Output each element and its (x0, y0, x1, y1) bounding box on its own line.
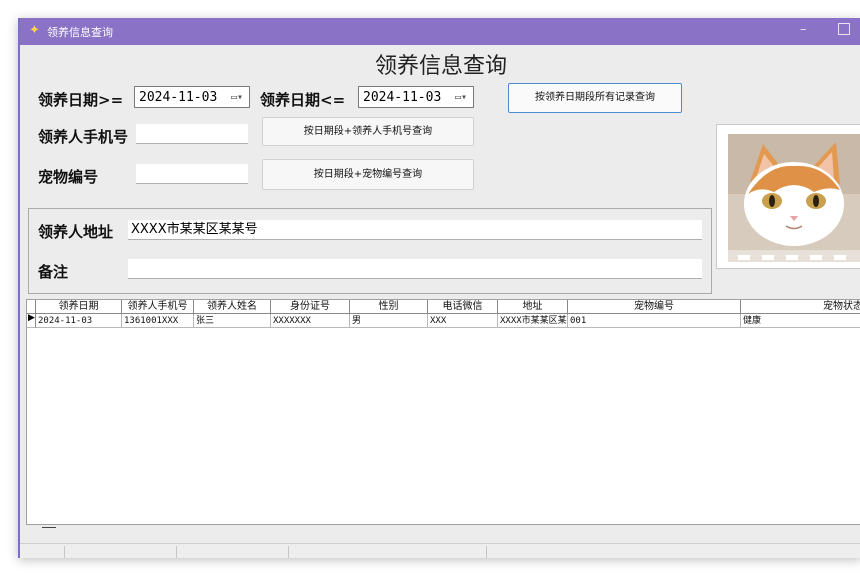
column-header[interactable]: 领养人姓名 (194, 300, 271, 314)
page-title: 领养信息查询 (374, 54, 507, 79)
app-logo-icon: ✦ (29, 23, 40, 38)
pet-photo (728, 134, 860, 262)
phone-label: 领养人手机号 (38, 128, 129, 146)
date-from-label: 领养日期>= (38, 91, 124, 109)
column-header[interactable]: 宠物编号 (568, 300, 741, 314)
table-cell[interactable]: XXX (428, 314, 498, 328)
query-by-pet-button[interactable]: 按日期段+宠物编号查询 (262, 159, 474, 190)
date-to-picker[interactable]: 2024-11-03 ▭▾ (358, 86, 474, 108)
column-header[interactable]: 身份证号 (271, 300, 350, 314)
query-all-button[interactable]: 按领养日期段所有记录查询 (508, 83, 682, 113)
address-label: 领养人地址 (38, 223, 114, 241)
separator-dash (42, 527, 56, 528)
table-cell[interactable]: 健康 (741, 314, 860, 328)
pet-photo-frame (716, 124, 860, 269)
column-header[interactable]: 地址 (498, 300, 568, 314)
date-from-picker[interactable]: 2024-11-03 ▭▾ (134, 86, 250, 108)
maximize-icon[interactable] (838, 23, 850, 35)
row-selector[interactable]: ▶ (27, 313, 36, 328)
pet-id-input[interactable] (136, 164, 248, 184)
table-cell[interactable]: 1361001XXX (122, 314, 194, 328)
row-pointer-icon: ▶ (28, 313, 35, 323)
status-divider (288, 546, 289, 558)
status-divider (486, 546, 487, 558)
table-cell[interactable]: XXXX市某某区某 (498, 314, 568, 328)
minimize-icon[interactable]: – (800, 22, 807, 37)
phone-input[interactable] (136, 124, 248, 144)
column-header[interactable]: 电话微信 (428, 300, 498, 314)
pet-id-label: 宠物编号 (38, 168, 99, 186)
column-header[interactable]: 性别 (350, 300, 428, 314)
status-divider (64, 546, 65, 558)
main-window: ✦ 领养信息查询 – 领养信息查询 领养日期>= 2024-11-03 ▭▾ 领… (18, 18, 860, 558)
table-cell[interactable]: XXXXXXX (271, 314, 350, 328)
note-input[interactable] (128, 259, 702, 279)
column-header[interactable]: 领养日期 (36, 300, 122, 314)
date-to-label: 领养日期<= (260, 91, 346, 109)
status-bar (20, 543, 860, 558)
query-by-phone-button[interactable]: 按日期段+领养人手机号查询 (262, 117, 474, 146)
date-to-value: 2024-11-03 (363, 90, 442, 105)
column-header[interactable]: 宠物状态 (741, 300, 860, 314)
calendar-dropdown-icon[interactable]: ▭▾ (231, 87, 243, 109)
results-grid[interactable]: 领养日期 领养人手机号 领养人姓名 身份证号 性别 电话微信 地址 宠物编号 宠… (26, 299, 860, 525)
table-cell[interactable]: 2024-11-03 (36, 314, 122, 328)
status-divider (176, 546, 177, 558)
note-label: 备注 (38, 263, 69, 281)
date-from-value: 2024-11-03 (139, 90, 218, 105)
address-input[interactable]: XXXX市某某区某某号 (128, 220, 702, 240)
calendar-dropdown-icon[interactable]: ▭▾ (455, 87, 467, 109)
table-cell[interactable]: 张三 (194, 314, 271, 328)
column-header[interactable]: 领养人手机号 (122, 300, 194, 314)
title-bar: ✦ 领养信息查询 – (20, 18, 860, 45)
grid-corner (27, 300, 36, 314)
window-title: 领养信息查询 (47, 26, 113, 39)
table-cell[interactable]: 001 (568, 314, 741, 328)
table-cell[interactable]: 男 (350, 314, 428, 328)
